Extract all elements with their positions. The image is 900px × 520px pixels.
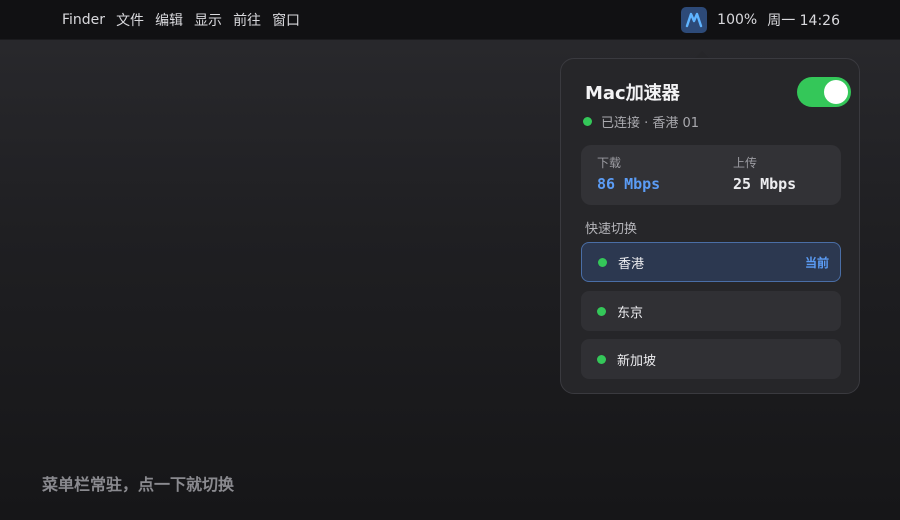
server-name: 新加坡	[617, 353, 657, 369]
menu-edit[interactable]: 编辑	[155, 10, 183, 30]
menu-window[interactable]: 窗口	[272, 10, 300, 30]
menu-bar: Finder 文件 编辑 显示 前往 窗口 100% 周一 14:26	[0, 0, 900, 40]
server-status-dot	[597, 354, 606, 364]
upload-stat: 上传 25 Mbps	[733, 154, 796, 193]
menu-bar-left: Finder 文件 编辑 显示 前往 窗口	[62, 0, 300, 40]
quick-switch-label: 快速切换	[585, 222, 638, 237]
speed-stats-card: 下载 86 Mbps 上传 25 Mbps	[581, 145, 841, 205]
menu-clock[interactable]: 周一 14:26	[767, 10, 840, 30]
upload-label: 上传	[733, 156, 758, 170]
connection-status-text: 已连接 · 香港 01	[601, 116, 700, 131]
menu-finder[interactable]: Finder	[62, 12, 105, 28]
accelerator-logo-glyph	[685, 12, 703, 28]
upload-value: 25 Mbps	[733, 175, 797, 193]
caption-text: 菜单栏常驻，点一下就切换	[42, 475, 235, 494]
download-label: 下载	[597, 156, 622, 170]
accelerator-popover: Mac加速器 已连接 · 香港 01 下载 86 Mbps 上传 25 Mbps…	[560, 58, 860, 394]
menu-go[interactable]: 前往	[233, 10, 261, 30]
menu-view[interactable]: 显示	[194, 10, 222, 30]
connected-status-dot	[583, 117, 592, 126]
server-item-singapore[interactable]: 新加坡	[581, 339, 841, 379]
server-item-tokyo[interactable]: 东京	[581, 291, 841, 331]
vpn-toggle[interactable]	[797, 77, 851, 107]
download-value: 86 Mbps	[597, 175, 661, 193]
toggle-knob	[824, 80, 848, 104]
accelerator-logo-icon[interactable]	[681, 7, 708, 33]
current-server-badge: 当前	[804, 255, 829, 270]
panel-title: Mac加速器	[585, 83, 680, 104]
connection-status: 已连接 · 香港 01	[583, 112, 699, 131]
menu-bar-right: 100% 周一 14:26	[681, 0, 840, 40]
server-name: 东京	[617, 305, 644, 321]
server-status-dot	[597, 306, 606, 316]
download-stat: 下载 86 Mbps	[597, 154, 660, 193]
server-name: 香港	[618, 256, 645, 272]
menu-file[interactable]: 文件	[116, 10, 144, 30]
server-status-dot	[598, 257, 607, 267]
battery-level[interactable]: 100%	[717, 12, 757, 28]
server-item-hongkong[interactable]: 香港 当前	[581, 242, 841, 282]
